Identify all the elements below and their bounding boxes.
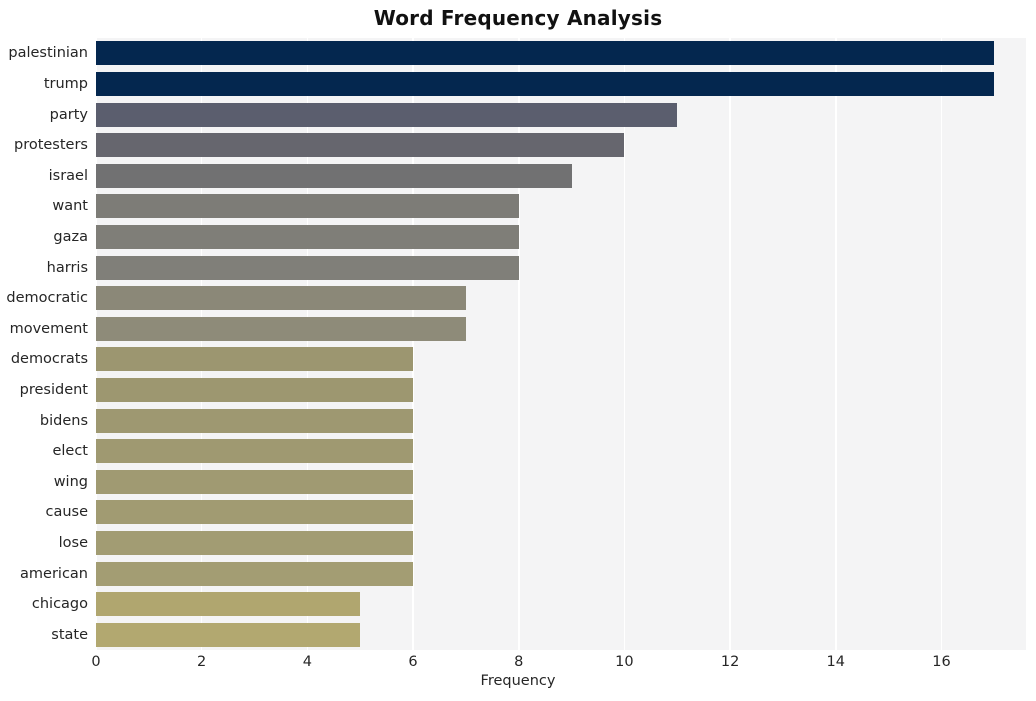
bar-row [96, 622, 1026, 647]
x-axis-label: Frequency [480, 673, 556, 689]
bar [96, 469, 414, 494]
y-tick-label: bidens [39, 412, 88, 429]
bar [96, 163, 572, 188]
bar [96, 255, 519, 280]
gridline-vertical [200, 38, 203, 650]
y-tick-label: chicago [31, 596, 88, 613]
gridline-vertical [96, 38, 97, 650]
bar-row [96, 408, 1026, 433]
bar-row [96, 133, 1026, 158]
y-tick-label: democratic [6, 290, 88, 307]
y-tick-label: wing [53, 473, 88, 490]
gridline-vertical [940, 38, 943, 650]
x-tick-label: 8 [514, 654, 524, 670]
y-tick-label: lose [58, 534, 88, 551]
bar-row [96, 500, 1026, 525]
bar [96, 286, 466, 311]
gridline-vertical [412, 38, 414, 650]
plot-area [96, 38, 1026, 650]
bar-row [96, 592, 1026, 617]
gridline-vertical [623, 38, 626, 650]
bar [96, 408, 414, 433]
bar-row [96, 530, 1026, 555]
y-tick-label: harris [46, 259, 88, 276]
bar-row [96, 439, 1026, 464]
bar-row [96, 286, 1026, 311]
y-tick-label: gaza [53, 228, 88, 245]
y-tick-label: israel [48, 167, 88, 184]
bar-row [96, 377, 1026, 402]
bar [96, 71, 995, 96]
chart-figure: Word Frequency Analysis palestinian trump… [0, 0, 1036, 701]
y-tick-label: trump [43, 75, 88, 92]
bar [96, 224, 519, 249]
bar [96, 500, 414, 525]
bar [96, 530, 414, 555]
y-tick-label: movement [9, 320, 88, 337]
bar-row [96, 316, 1026, 341]
y-tick-label: protesters [13, 137, 88, 154]
x-tick-label: 0 [91, 654, 101, 670]
y-tick-label: palestinian [8, 45, 88, 62]
gridline-vertical [517, 38, 520, 650]
bar [96, 561, 414, 586]
y-tick-label: state [51, 626, 88, 643]
bar-row [96, 224, 1026, 249]
bar-row [96, 255, 1026, 280]
bar-row [96, 347, 1026, 372]
x-tick-label: 16 [932, 654, 951, 670]
bar-row [96, 194, 1026, 219]
chart-title: Word Frequency Analysis [373, 6, 663, 30]
bar-row [96, 163, 1026, 188]
y-tick-label: american [20, 565, 88, 582]
bar [96, 194, 519, 219]
y-tick-label: cause [45, 504, 88, 521]
bar-row [96, 102, 1026, 127]
bar-row [96, 561, 1026, 586]
gridline-vertical [306, 38, 309, 650]
bar [96, 102, 678, 127]
x-tick-label: 14 [826, 654, 845, 670]
x-tick-label: 10 [615, 654, 634, 670]
x-tick-label: 2 [197, 654, 207, 670]
bar [96, 592, 361, 617]
y-tick-label: president [19, 381, 88, 398]
x-tick-label: 4 [302, 654, 312, 670]
bar [96, 133, 625, 158]
bar [96, 316, 466, 341]
bar [96, 41, 995, 66]
y-tick-label: elect [52, 443, 88, 460]
bar [96, 439, 414, 464]
bar-row [96, 71, 1026, 96]
bar-row [96, 469, 1026, 494]
x-tick-label: 12 [720, 654, 740, 670]
y-axis-tick-labels: palestinian trump party protesters israel wan… [0, 38, 88, 650]
y-tick-label: want [52, 198, 88, 215]
bar [96, 347, 414, 372]
bar [96, 377, 414, 402]
y-tick-label: party [49, 106, 88, 123]
x-tick-label: 6 [408, 654, 418, 670]
gridline-vertical [834, 38, 837, 650]
bar-row [96, 41, 1026, 66]
y-tick-label: democrats [10, 351, 88, 368]
gridline-vertical [729, 38, 731, 650]
bar [96, 622, 361, 647]
